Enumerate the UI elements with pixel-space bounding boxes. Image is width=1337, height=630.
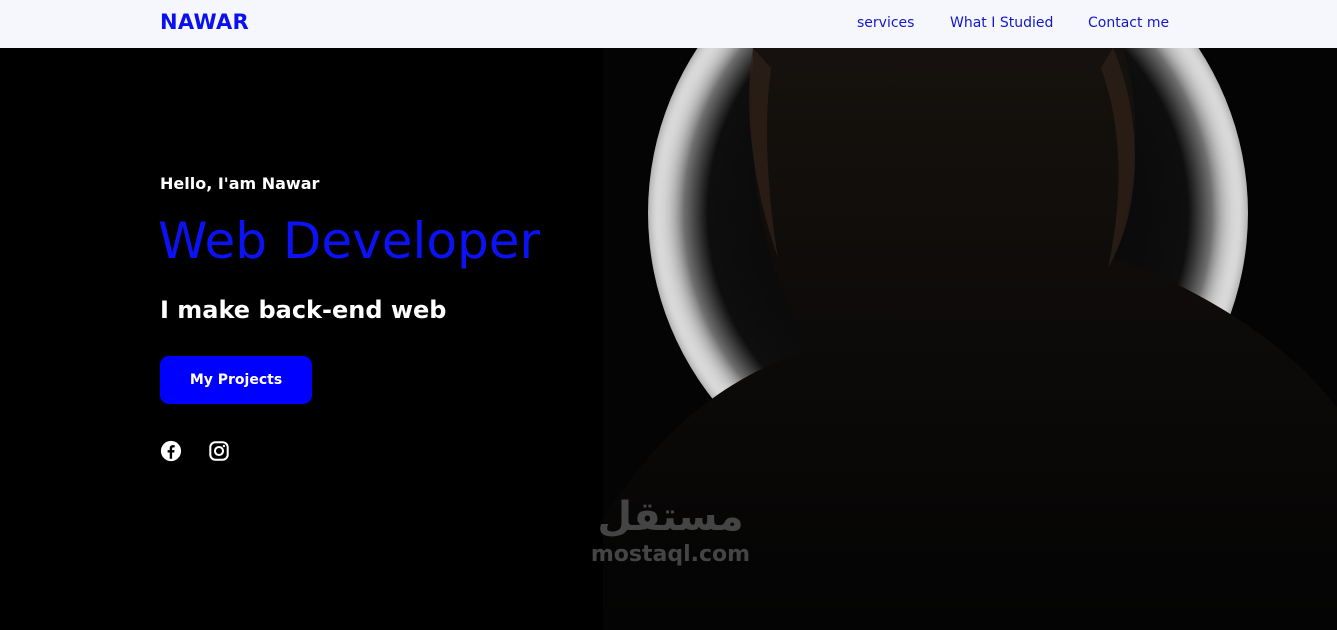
mostaql-watermark: مستقل mostaql.com (588, 492, 753, 572)
hero-greeting: Hello, I'am Nawar (160, 174, 320, 193)
my-projects-button[interactable]: My Projects (160, 356, 312, 404)
hero-role-title: Web Developer (158, 212, 541, 270)
watermark-latin-text: mostaql.com (590, 542, 751, 567)
nav-link-what-i-studied[interactable]: What I Studied (950, 15, 1053, 31)
hero-tagline: I make back-end web (160, 296, 447, 324)
nav-link-services[interactable]: services (857, 15, 914, 31)
facebook-icon[interactable] (160, 440, 182, 462)
nav-link-contact-me[interactable]: Contact me (1088, 15, 1169, 31)
brand-logo[interactable]: NAWAR (160, 10, 249, 34)
instagram-icon[interactable] (208, 440, 230, 462)
watermark-arabic-text: مستقل (597, 494, 744, 540)
top-navbar: NAWAR services What I Studied Contact me (0, 0, 1337, 48)
